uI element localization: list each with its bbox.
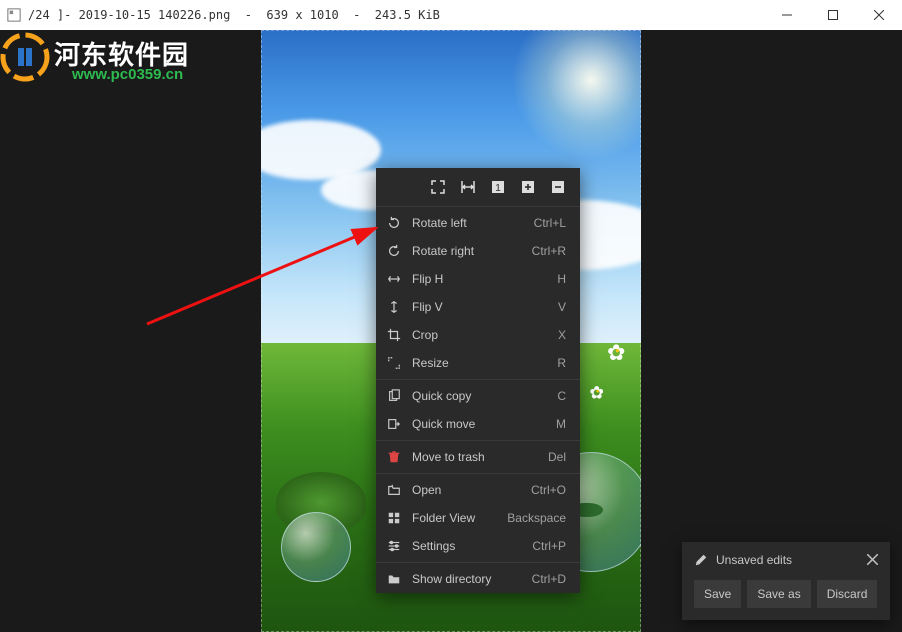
folder-icon	[386, 571, 402, 587]
pencil-icon	[694, 553, 708, 567]
window-controls	[764, 0, 902, 30]
app-icon	[6, 7, 22, 23]
minimize-button[interactable]	[764, 0, 810, 30]
folder-view-icon	[386, 510, 402, 526]
zoom-out-icon[interactable]	[548, 178, 568, 196]
copy-icon	[386, 388, 402, 404]
settings-icon	[386, 538, 402, 554]
zoom-in-icon[interactable]	[518, 178, 538, 196]
actual-size-icon[interactable]: 1	[488, 178, 508, 196]
maximize-button[interactable]	[810, 0, 856, 30]
watermark-url: www.pc0359.cn	[72, 66, 183, 83]
title-filesize: 243.5 KiB	[375, 8, 440, 22]
fit-width-icon[interactable]	[458, 178, 478, 196]
menu-resize[interactable]: Resize R	[376, 349, 580, 377]
context-menu-toolbar: 1	[376, 168, 580, 204]
unsaved-edits-title: Unsaved edits	[716, 553, 859, 567]
unsaved-edits-panel: Unsaved edits Save Save as Discard	[682, 542, 890, 620]
context-menu: 1 Rotate left Ctrl+L Rotate right Ctrl+R…	[376, 168, 580, 593]
save-as-button[interactable]: Save as	[747, 580, 810, 608]
menu-crop[interactable]: Crop X	[376, 321, 580, 349]
discard-button[interactable]: Discard	[817, 580, 878, 608]
resize-icon	[386, 355, 402, 371]
move-icon	[386, 416, 402, 432]
menu-show-directory[interactable]: Show directory Ctrl+D	[376, 565, 580, 593]
menu-settings[interactable]: Settings Ctrl+P	[376, 532, 580, 560]
trash-icon	[386, 449, 402, 465]
menu-quick-move[interactable]: Quick move M	[376, 410, 580, 438]
close-button[interactable]	[856, 0, 902, 30]
title-dimensions: 639 x 1010	[266, 8, 338, 22]
svg-text:1: 1	[495, 183, 501, 194]
menu-flip-h[interactable]: Flip H H	[376, 265, 580, 293]
image-viewport[interactable]: 河东软件园 www.pc0359.cn 1	[0, 30, 902, 632]
fullscreen-icon[interactable]	[428, 178, 448, 196]
menu-trash[interactable]: Move to trash Del	[376, 443, 580, 471]
save-button[interactable]: Save	[694, 580, 741, 608]
close-panel-icon[interactable]	[867, 552, 878, 568]
window-titlebar: /24 ]- 2019-10-15 140226.png - 639 x 101…	[0, 0, 902, 30]
menu-rotate-right[interactable]: Rotate right Ctrl+R	[376, 237, 580, 265]
rotate-right-icon	[386, 243, 402, 259]
flip-v-icon	[386, 299, 402, 315]
menu-quick-copy[interactable]: Quick copy C	[376, 382, 580, 410]
rotate-left-icon	[386, 215, 402, 231]
title-filename: /24 ]- 2019-10-15 140226.png	[28, 8, 230, 22]
watermark-logo-icon	[0, 32, 50, 82]
open-icon	[386, 482, 402, 498]
menu-open[interactable]: Open Ctrl+O	[376, 476, 580, 504]
menu-rotate-left[interactable]: Rotate left Ctrl+L	[376, 209, 580, 237]
flip-h-icon	[386, 271, 402, 287]
crop-icon	[386, 327, 402, 343]
menu-folder-view[interactable]: Folder View Backspace	[376, 504, 580, 532]
menu-flip-v[interactable]: Flip V V	[376, 293, 580, 321]
